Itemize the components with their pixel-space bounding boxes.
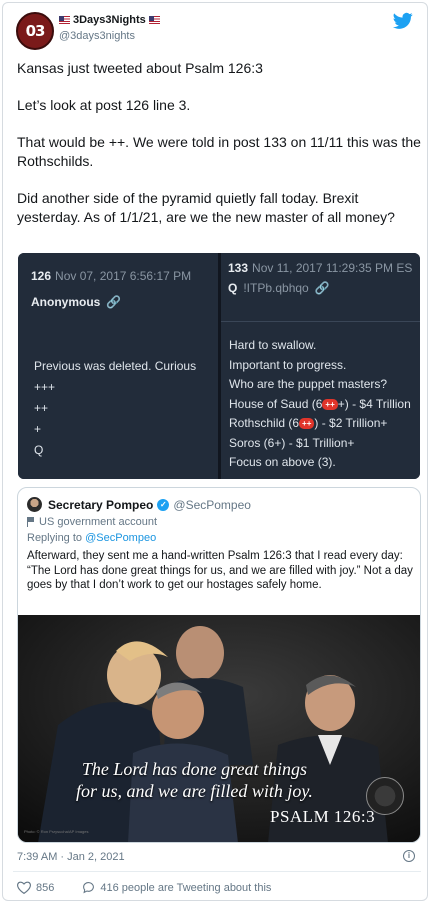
photo-caption: The Lord has done great things for us, a…: [76, 759, 313, 801]
tweet-paragraph: Let’s look at post 126 line 3.: [17, 97, 191, 113]
link-icon: 🔗: [106, 295, 122, 309]
q-post-126: 126 Nov 07, 2017 6:56:17 PM Anonymous 🔗 P…: [18, 253, 218, 479]
post-line: ++: [34, 401, 49, 415]
poster-name: Q: [228, 281, 238, 295]
post-line: Important to progress.: [229, 357, 347, 372]
divider: [13, 871, 421, 872]
government-flag-icon: [27, 517, 35, 527]
quoted-text: Afterward, they sent me a hand-written P…: [27, 550, 413, 591]
account-label-text: US government account: [39, 516, 158, 528]
quoted-display-name[interactable]: Secretary Pompeo: [48, 498, 153, 512]
post-body: Hard to swallow. Important to progress. …: [229, 336, 411, 473]
post-body: Previous was deleted. Curious +++ ++ + Q: [34, 356, 196, 461]
us-flag-icon: [148, 16, 160, 24]
state-department-seal: [366, 777, 404, 815]
post-line: Who are the puppet masters?: [229, 377, 388, 391]
author-handle[interactable]: @3days3nights: [59, 30, 135, 42]
q-post-133: 133 Nov 11, 2017 11:29:35 PM ES Q !ITPb.q…: [221, 253, 420, 479]
poster-name: Anonymous: [31, 295, 101, 309]
post-line: Previous was deleted. Curious: [34, 359, 197, 373]
post-line: Rothschild (6 ++) - $2 Trillion+: [229, 416, 388, 430]
post-line: +: [34, 422, 42, 436]
tweet-paragraph: Did another side of the pyramid quietly …: [17, 190, 395, 225]
verified-icon: ✓: [157, 499, 170, 511]
timestamp[interactable]: 7:39 AM · Jan 2, 2021: [17, 851, 125, 863]
tweeting-about[interactable]: 416 people are Tweeting about this: [100, 882, 271, 894]
tweet-paragraph: That would be ++. We were told in post 1…: [17, 134, 421, 169]
twitter-bird-icon[interactable]: [393, 12, 413, 30]
plus-badge: ++: [299, 418, 315, 429]
quoted-author[interactable]: Secretary Pompeo ✓ @SecPompeo: [48, 498, 251, 512]
post-line: Focus on above (3).: [229, 455, 336, 469]
post-number: 133: [228, 261, 249, 275]
display-name[interactable]: 3Days3Nights: [73, 14, 146, 26]
link-icon: 🔗: [314, 281, 330, 295]
post-date: Nov 11, 2017 11:29:35 PM ES: [252, 261, 413, 275]
replying-handle[interactable]: @SecPompeo: [85, 532, 156, 544]
engagement-bar: 856 416 people are Tweeting about this: [17, 881, 271, 894]
comment-icon[interactable]: [82, 881, 95, 894]
post-date: Nov 07, 2017 6:56:17 PM: [55, 269, 192, 283]
avatar[interactable]: 03: [16, 12, 54, 50]
author-name[interactable]: 3Days3Nights: [59, 14, 160, 26]
divider: [221, 321, 420, 322]
like-count[interactable]: 856: [36, 882, 54, 894]
photo-psalm: PSALM 126:3: [270, 807, 376, 826]
plus-badge: ++: [322, 398, 338, 410]
post-number: 126: [31, 269, 52, 283]
post-line: Q: [34, 443, 44, 457]
attached-image[interactable]: 126 Nov 07, 2017 6:56:17 PM Anonymous 🔗 P…: [18, 253, 420, 479]
quoted-tweet[interactable]: Secretary Pompeo ✓ @SecPompeo US governm…: [17, 487, 421, 843]
replying-to: Replying to @SecPompeo: [27, 532, 157, 544]
avatar[interactable]: [27, 497, 42, 512]
info-icon[interactable]: i: [403, 850, 415, 862]
account-label: US government account: [27, 516, 157, 528]
photo-credit: Photo: © Ron Przysucha/AP Images: [24, 829, 89, 834]
quoted-photo[interactable]: The Lord has done great things for us, a…: [18, 615, 420, 842]
post-line: Hard to swallow.: [229, 338, 317, 352]
tweet-card: 03 3Days3Nights @3days3nights Kansas jus…: [2, 2, 428, 901]
tweet-body: Kansas just tweeted about Psalm 126:3 Le…: [17, 59, 421, 227]
avatar-text: 03: [25, 22, 46, 40]
quoted-handle[interactable]: @SecPompeo: [173, 498, 251, 512]
tweet-paragraph: Kansas just tweeted about Psalm 126:3: [17, 60, 263, 76]
post-line: Soros (6+) - $1 Trillion+: [229, 435, 355, 450]
post-line: +++: [34, 380, 56, 394]
tripcode: !ITPb.qbhqo: [243, 281, 309, 295]
us-flag-icon: [59, 16, 70, 24]
heart-icon[interactable]: [17, 881, 31, 894]
post-line: House of Saud (6 ++ +) - $4 Trillion: [229, 396, 411, 411]
